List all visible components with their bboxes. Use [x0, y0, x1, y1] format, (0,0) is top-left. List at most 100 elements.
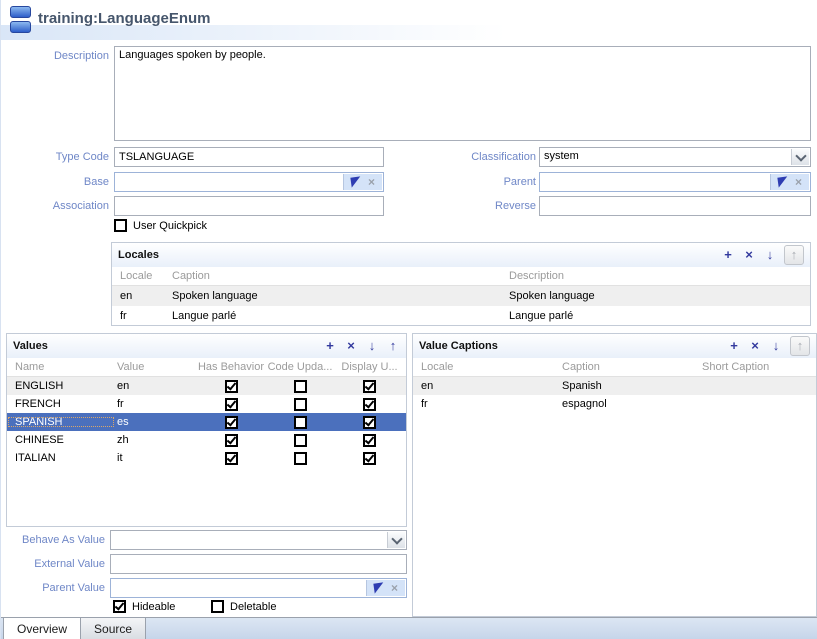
parent-pick-arrow-icon[interactable] — [777, 176, 788, 187]
values-panel-header: Values + × ↓ ↑ — [7, 334, 406, 358]
parent-label: Parent — [411, 176, 536, 188]
cell-value: es — [115, 416, 195, 428]
delete-icon[interactable]: × — [742, 247, 756, 263]
header: training:LanguageEnum — [1, 0, 817, 40]
delete-icon[interactable]: × — [748, 338, 762, 354]
parent-value-field[interactable]: × — [110, 578, 407, 598]
association-input[interactable] — [114, 196, 384, 216]
values-table-header: Name Value Has Behavior Code Upda... Dis… — [7, 358, 406, 377]
base-pick-arrow-icon[interactable] — [350, 176, 361, 187]
external-value-input[interactable] — [110, 554, 407, 574]
table-row[interactable]: en Spoken language Spoken language — [112, 286, 810, 306]
tab-source[interactable]: Source — [81, 618, 146, 639]
classification-value: system — [544, 150, 790, 162]
display-update-checkbox[interactable] — [363, 416, 376, 429]
has-behavior-checkbox[interactable] — [225, 452, 238, 465]
has-behavior-checkbox[interactable] — [225, 398, 238, 411]
deletable-checkbox[interactable] — [211, 600, 224, 613]
display-update-checkbox[interactable] — [363, 434, 376, 447]
parent-value-clear-icon[interactable]: × — [391, 582, 398, 594]
cell-locale: fr — [413, 398, 554, 410]
cell-caption: Spoken language — [172, 290, 509, 302]
parent-field[interactable]: × — [539, 172, 811, 192]
chevron-down-icon — [795, 150, 806, 161]
base-clear-icon[interactable]: × — [368, 176, 375, 188]
table-row[interactable]: SPANISH es — [7, 413, 406, 431]
behave-as-value-label: Behave As Value — [1, 534, 105, 546]
table-row[interactable]: en Spanish — [413, 377, 816, 395]
enum-icon-bar — [10, 6, 31, 18]
deletable-label: Deletable — [230, 601, 276, 613]
chevron-down-icon — [391, 533, 402, 544]
behave-as-value-dropdown-button[interactable] — [387, 532, 405, 548]
enum-icon-bar — [10, 21, 31, 33]
base-label: Base — [1, 176, 109, 188]
cell-locale: en — [112, 290, 172, 302]
classification-dropdown-button[interactable] — [791, 149, 809, 165]
move-down-icon[interactable]: ↓ — [769, 338, 783, 354]
value-captions-table-header: Locale Caption Short Caption — [413, 358, 816, 377]
cell-name: ITALIAN — [7, 452, 115, 464]
external-value-label: External Value — [1, 558, 105, 570]
code-update-checkbox[interactable] — [294, 416, 307, 429]
move-up-icon[interactable]: ↑ — [784, 245, 804, 265]
move-up-icon[interactable]: ↑ — [386, 338, 400, 354]
delete-icon[interactable]: × — [344, 338, 358, 354]
parent-value-pick-arrow-icon[interactable] — [373, 582, 384, 593]
code-update-checkbox[interactable] — [294, 380, 307, 393]
move-up-icon[interactable]: ↑ — [790, 336, 810, 356]
hideable-checkbox[interactable] — [113, 600, 126, 613]
parent-value-label: Parent Value — [1, 582, 105, 594]
classification-select[interactable]: system — [539, 147, 811, 167]
display-update-checkbox[interactable] — [363, 398, 376, 411]
editor-page: training:LanguageEnum Description Langua… — [0, 0, 817, 639]
base-field[interactable]: × — [114, 172, 384, 192]
parent-clear-icon[interactable]: × — [795, 176, 802, 188]
parent-value-picker-zone: × — [366, 580, 405, 596]
cell-description: Spoken language — [509, 290, 810, 302]
cell-value: zh — [115, 434, 195, 446]
column-header: Caption — [554, 361, 694, 373]
move-down-icon[interactable]: ↓ — [763, 247, 777, 263]
column-header: Value — [115, 361, 195, 373]
table-row[interactable]: ITALIAN it — [7, 449, 406, 467]
add-icon[interactable]: + — [727, 338, 741, 354]
tab-overview[interactable]: Overview — [3, 618, 81, 639]
locales-table-header: Locale Caption Description — [112, 267, 810, 286]
code-update-checkbox[interactable] — [294, 452, 307, 465]
type-code-input[interactable] — [114, 147, 384, 167]
values-panel: Values + × ↓ ↑ Name Value Has Behavior C… — [6, 333, 407, 527]
description-textarea[interactable]: Languages spoken by people. — [114, 46, 811, 141]
code-update-checkbox[interactable] — [294, 434, 307, 447]
base-picker-zone: × — [343, 174, 382, 190]
table-row[interactable]: CHINESE zh — [7, 431, 406, 449]
display-update-checkbox[interactable] — [363, 452, 376, 465]
add-icon[interactable]: + — [323, 338, 337, 354]
add-icon[interactable]: + — [721, 247, 735, 263]
cell-value: it — [115, 452, 195, 464]
cell-name: SPANISH — [7, 416, 115, 428]
table-row[interactable]: fr espagnol — [413, 395, 816, 413]
display-update-checkbox[interactable] — [363, 380, 376, 393]
table-row[interactable]: ENGLISH en — [7, 377, 406, 395]
user-quickpick-checkbox[interactable] — [114, 219, 127, 232]
classification-label: Classification — [411, 151, 536, 163]
column-header: Name — [7, 361, 115, 373]
cell-locale: fr — [112, 310, 172, 322]
type-code-label: Type Code — [1, 151, 109, 163]
cell-caption: Langue parlé — [172, 310, 509, 322]
locales-panel: Locales + × ↓ ↑ Locale Caption Descripti… — [111, 242, 811, 326]
cell-name: FRENCH — [7, 398, 115, 410]
has-behavior-checkbox[interactable] — [225, 434, 238, 447]
has-behavior-checkbox[interactable] — [225, 380, 238, 393]
table-row[interactable]: fr Langue parlé Langue parlé — [112, 306, 810, 326]
column-header: Code Upda... — [267, 361, 333, 373]
value-captions-panel: Value Captions + × ↓ ↑ Locale Caption Sh… — [412, 333, 817, 617]
move-down-icon[interactable]: ↓ — [365, 338, 379, 354]
table-row[interactable]: FRENCH fr — [7, 395, 406, 413]
code-update-checkbox[interactable] — [294, 398, 307, 411]
has-behavior-checkbox[interactable] — [225, 416, 238, 429]
cell-name: ENGLISH — [7, 380, 115, 392]
reverse-input[interactable] — [539, 196, 811, 216]
behave-as-value-select[interactable] — [110, 530, 407, 550]
